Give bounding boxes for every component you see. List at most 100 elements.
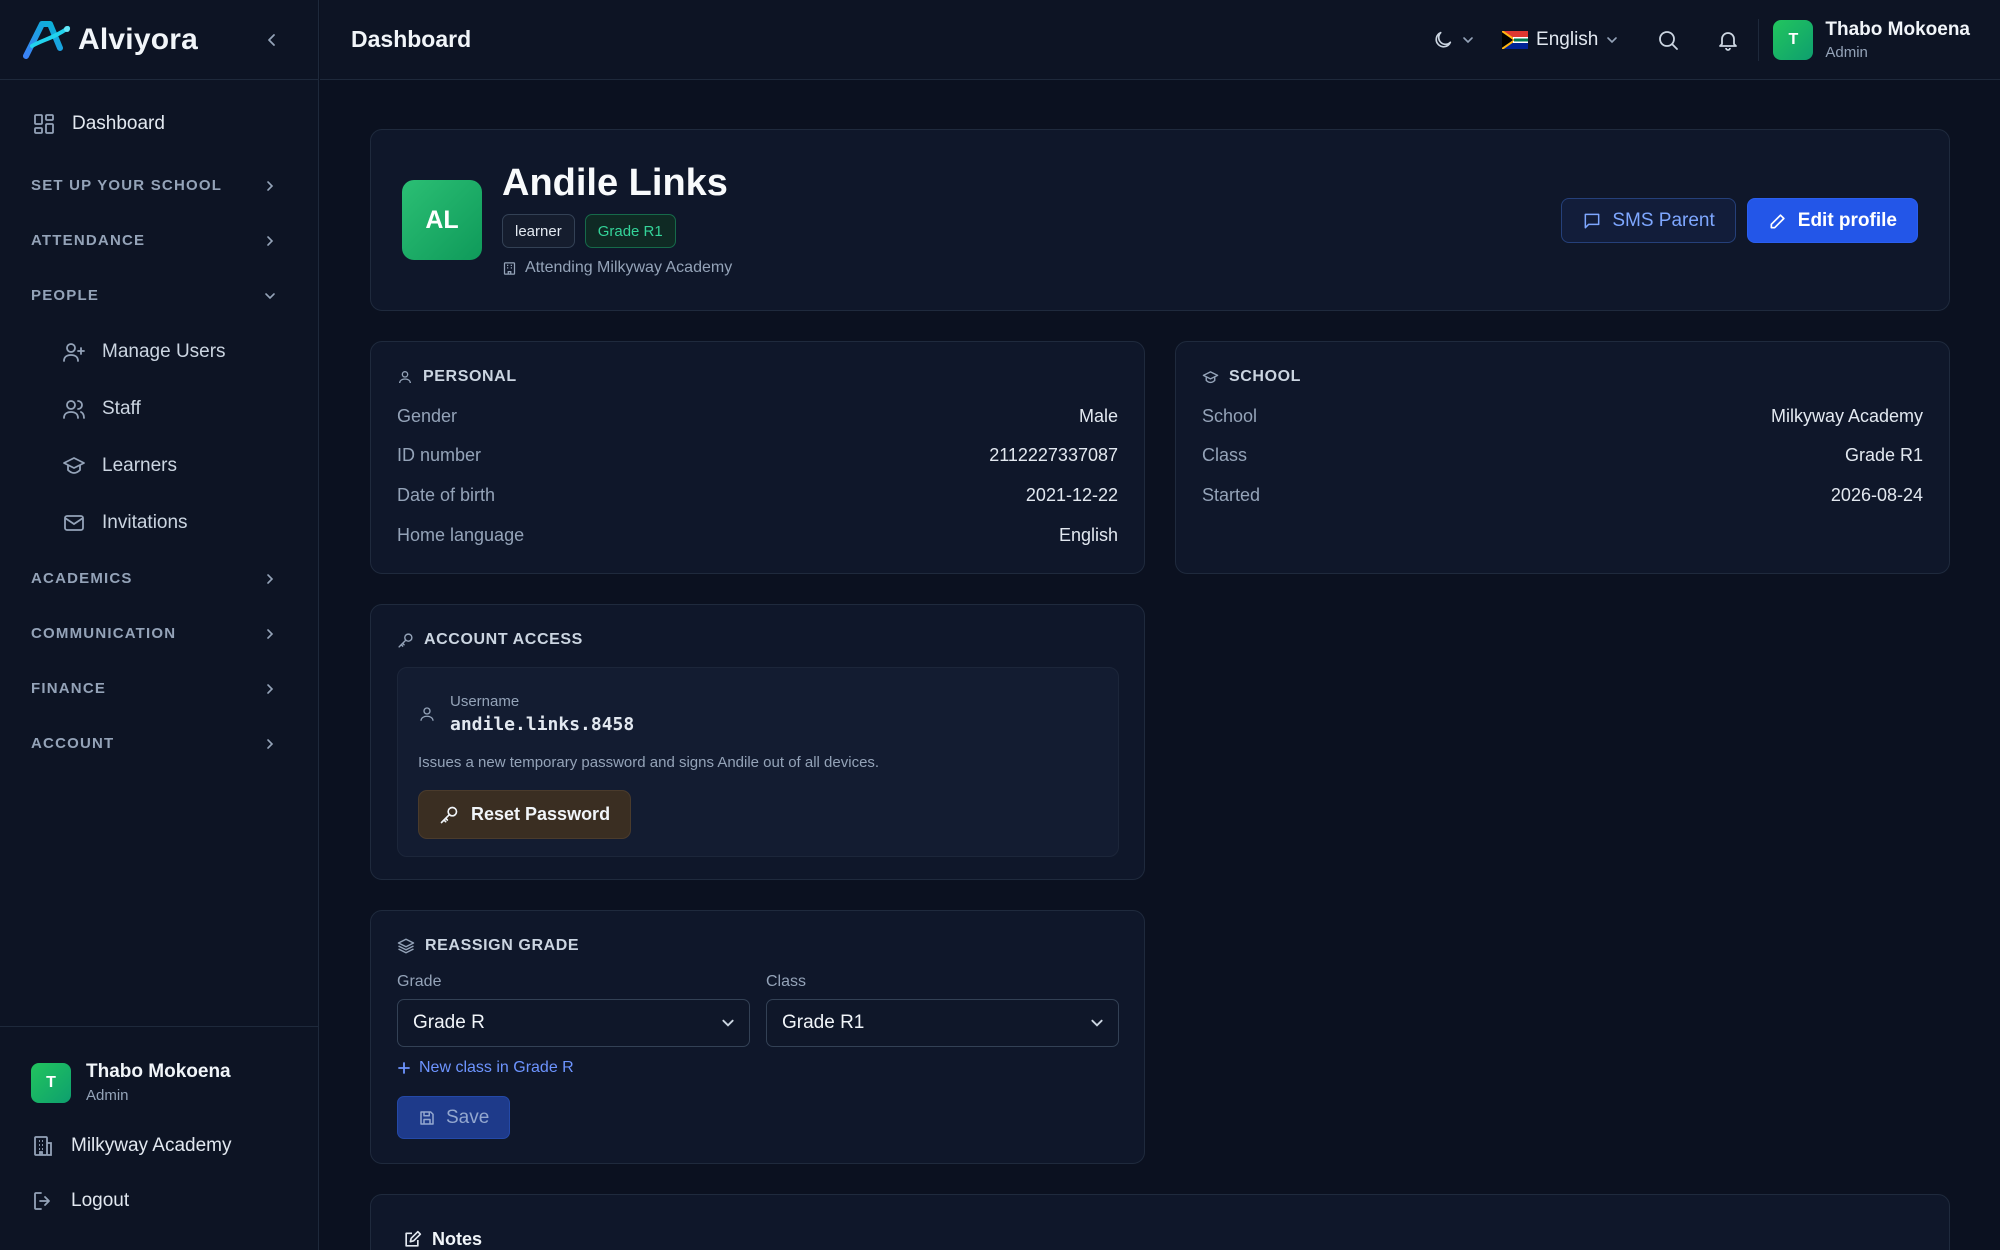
notes-title: Notes: [402, 1229, 482, 1250]
brand-logo[interactable]: Alviyora: [22, 20, 198, 60]
section-setup-school[interactable]: SET UP YOUR SCHOOL: [0, 158, 318, 213]
sidebar-item-manage-users[interactable]: Manage Users: [0, 323, 318, 380]
search-icon: [1659, 31, 1679, 50]
class-label: Class: [766, 973, 807, 990]
building-icon: [503, 261, 516, 275]
section-title: PERSONAL: [423, 368, 517, 385]
edit-profile-button[interactable]: Edit profile: [1746, 198, 1918, 243]
save-label: Save: [446, 1106, 490, 1128]
chevron-right-icon: [267, 180, 274, 191]
new-class-label: New class in Grade R: [419, 1059, 574, 1076]
kv-row-class: Class Grade R1: [1202, 445, 1923, 466]
chevron-left-icon: [268, 34, 275, 46]
grade-badge: Grade R1: [584, 214, 676, 248]
new-class-link[interactable]: New class in Grade R: [397, 1059, 574, 1077]
grade-select[interactable]: Grade R: [397, 999, 750, 1047]
kv-row-id-number: ID number 2112227337087: [397, 445, 1118, 466]
kv-label: Class: [1202, 445, 1248, 465]
sidebar-footer: T Thabo Mokoena Admin Milkyway Academy L…: [0, 1026, 319, 1250]
personal-title: PERSONAL: [397, 368, 517, 386]
kv-value: 2021-12-22: [1025, 485, 1118, 505]
profile-name: Andile Links: [502, 162, 728, 204]
role-badge: learner: [502, 214, 575, 248]
section-label: COMMUNICATION: [31, 625, 177, 642]
class-select-value: Grade R1: [782, 1012, 865, 1033]
south-africa-flag-icon: [1502, 31, 1529, 49]
username-label: Username: [450, 693, 520, 710]
section-label: SET UP YOUR SCHOOL: [31, 177, 223, 194]
sidebar-item-dashboard[interactable]: Dashboard: [0, 100, 318, 148]
section-account[interactable]: ACCOUNT: [0, 716, 318, 771]
section-academics[interactable]: ACADEMICS: [0, 551, 318, 606]
account-access-title: ACCOUNT ACCESS: [397, 631, 583, 649]
user-menu[interactable]: T Thabo Mokoena Admin: [1773, 19, 1970, 61]
topbar: Dashboard English T Thabo Mokoena Admin: [320, 0, 2000, 80]
page-title: Dashboard: [351, 26, 472, 52]
kv-label: Date of birth: [397, 485, 496, 505]
section-title: ACCOUNT ACCESS: [424, 631, 583, 648]
section-communication[interactable]: COMMUNICATION: [0, 606, 318, 661]
section-label: ACCOUNT: [31, 735, 115, 752]
topbar-actions: English T Thabo Mokoena Admin: [1432, 0, 1970, 80]
save-button[interactable]: Save: [397, 1096, 511, 1139]
user-name: Thabo Mokoena: [86, 1061, 231, 1082]
section-attendance[interactable]: ATTENDANCE: [0, 213, 318, 268]
sidebar-item-staff[interactable]: Staff: [0, 380, 318, 437]
sidebar: Alviyora Dashboard SET UP YOUR SCHOOL AT…: [0, 0, 319, 1250]
layers-icon: [397, 938, 415, 954]
pencil-icon: [1770, 213, 1785, 228]
section-people[interactable]: PEOPLE: [0, 268, 318, 323]
theme-toggle[interactable]: [1432, 29, 1474, 51]
kv-value: Grade R1: [1844, 445, 1923, 465]
graduation-cap-icon: [63, 456, 85, 474]
school-name: Milkyway Academy: [71, 1134, 232, 1156]
school-switcher[interactable]: Milkyway Academy: [0, 1118, 319, 1173]
school-card: SCHOOL School Milkyway Academy Class Gra…: [1175, 341, 1950, 574]
reset-password-label: Reset Password: [471, 804, 611, 824]
mail-icon: [64, 514, 84, 531]
section-label: ACADEMICS: [31, 570, 133, 587]
kv-value: 2112227337087: [989, 445, 1118, 465]
sidebar-item-label: Dashboard: [72, 113, 165, 134]
collapse-sidebar-button[interactable]: [260, 28, 284, 52]
chevron-right-icon: [267, 573, 274, 584]
users-icon: [63, 399, 85, 419]
chevron-right-icon: [267, 683, 274, 694]
sidebar-item-learners[interactable]: Learners: [0, 437, 318, 494]
divider: [1758, 19, 1760, 61]
section-label: PEOPLE: [31, 287, 100, 304]
grade-select-value: Grade R: [413, 1012, 485, 1033]
attending-info: Attending Milkyway Academy: [502, 259, 732, 277]
reset-password-button[interactable]: Reset Password: [418, 790, 632, 839]
account-access-panel: Username andile.links.8458 Issues a new …: [397, 667, 1119, 857]
chevron-right-icon: [267, 628, 274, 639]
kv-row-started: Started 2026-08-24: [1202, 485, 1923, 506]
chevron-down-icon: [1607, 37, 1618, 44]
avatar: T: [31, 1062, 71, 1103]
key-icon: [440, 806, 458, 823]
chevron-down-icon: [722, 1019, 734, 1027]
kv-label: ID number: [397, 445, 482, 465]
chevron-down-icon: [1463, 37, 1473, 44]
sidebar-item-invitations[interactable]: Invitations: [0, 494, 318, 551]
sidebar-user[interactable]: T Thabo Mokoena Admin: [0, 1027, 319, 1104]
notifications-button[interactable]: [1716, 28, 1740, 52]
kv-row-gender: Gender Male: [397, 406, 1118, 427]
sidebar-item-label: Learners: [102, 454, 177, 476]
sms-parent-button[interactable]: SMS Parent: [1561, 198, 1736, 243]
personal-card: PERSONAL Gender Male ID number 211222733…: [370, 341, 1145, 574]
logout-label: Logout: [71, 1189, 130, 1211]
school-title: SCHOOL: [1202, 368, 1301, 386]
language-selector[interactable]: English: [1502, 29, 1618, 51]
logout-button[interactable]: Logout: [0, 1173, 319, 1228]
section-label: FINANCE: [31, 680, 107, 697]
kv-row-date-of-birth: Date of birth 2021-12-22: [397, 485, 1118, 506]
dashboard-icon: [34, 114, 54, 134]
search-button[interactable]: [1656, 28, 1680, 52]
notes-title-text: Notes: [432, 1229, 483, 1249]
kv-label: Started: [1202, 485, 1261, 505]
class-select[interactable]: Grade R1: [766, 999, 1119, 1047]
note-edit-icon: [405, 1230, 422, 1247]
section-finance[interactable]: FINANCE: [0, 661, 318, 716]
chevron-down-icon: [1091, 1019, 1103, 1027]
